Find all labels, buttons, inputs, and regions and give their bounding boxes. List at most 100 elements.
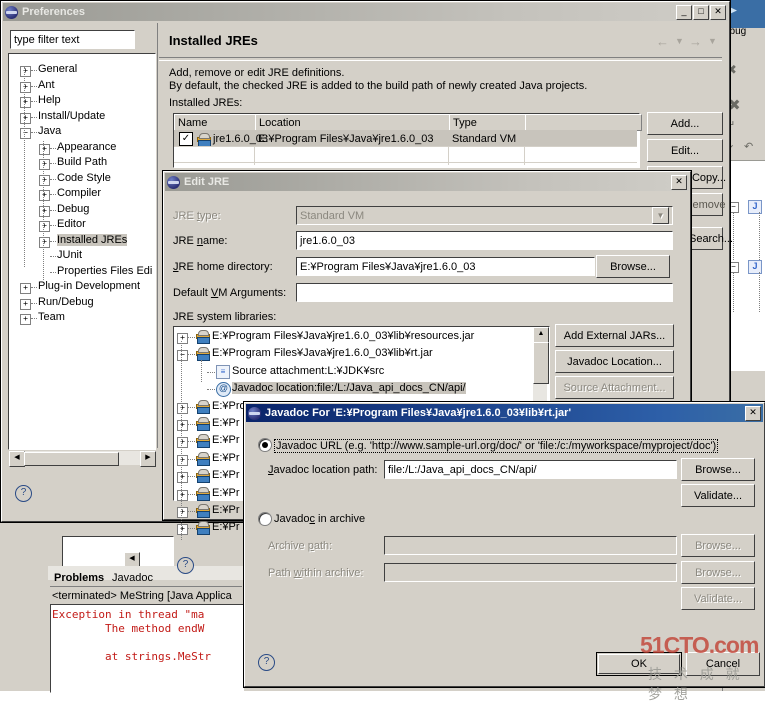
tree-item-team[interactable]: Team (38, 311, 65, 323)
minimize-button[interactable]: _ (676, 4, 692, 20)
javadoc-location-button[interactable]: Javadoc Location... (555, 350, 674, 373)
redo-icon[interactable]: ↶ (744, 140, 753, 153)
tree-expander-icon[interactable]: + (20, 66, 31, 77)
tree-expander-icon[interactable]: + (177, 454, 188, 466)
tree-expander-icon[interactable]: + (177, 489, 188, 501)
tree-item-java[interactable]: Java (38, 125, 61, 137)
tree-expander-icon[interactable]: + (177, 333, 188, 344)
forward-arrow-icon[interactable]: → (689, 34, 702, 49)
scroll-left-button[interactable]: ◀ (9, 451, 25, 467)
tree-item-install-update[interactable]: Install/Update (38, 110, 105, 122)
tree-expander-icon[interactable]: + (39, 236, 50, 248)
tree-expander-icon[interactable]: + (177, 420, 188, 431)
javadoc-url-radio[interactable] (258, 438, 272, 452)
tree-expander-icon[interactable]: + (177, 437, 188, 449)
tree-expander-icon[interactable]: + (39, 159, 50, 170)
source-attachment-button[interactable]: Source Attachment... (555, 376, 674, 399)
tab-problems[interactable]: Problems (54, 572, 104, 584)
tree-item-junit[interactable]: JUnit (57, 249, 82, 261)
tree-item-properties-files-edi[interactable]: Properties Files Edi (57, 265, 152, 277)
tree-item-run-debug[interactable]: Run/Debug (38, 296, 94, 308)
tree-expander-icon[interactable]: − (20, 128, 31, 139)
edit-jre-titlebar[interactable]: Edit JRE ✕ (165, 173, 689, 191)
javadoc-titlebar[interactable]: Javadoc For 'E:¥Program Files¥Java¥jre1.… (246, 404, 763, 422)
scroll-right-button[interactable]: ▶ (140, 451, 156, 467)
archive-path-input[interactable] (384, 536, 677, 555)
tree-expander-icon[interactable]: + (39, 221, 50, 232)
tree-hscroll-thumb[interactable] (24, 452, 119, 466)
tree-item-compiler[interactable]: Compiler (57, 187, 101, 199)
path-within-archive-input[interactable] (384, 563, 677, 582)
javadoc-archive-radio[interactable] (258, 512, 272, 526)
add-button[interactable]: Add... (647, 112, 723, 135)
scroll-up-button[interactable]: ▲ (533, 327, 549, 343)
help-icon[interactable]: ? (15, 485, 32, 502)
tree-item-ant[interactable]: Ant (38, 79, 55, 91)
preferences-titlebar[interactable]: Preferences _ □ ✕ (3, 3, 728, 21)
tree-expander-icon[interactable]: + (20, 97, 31, 108)
library-tree-item[interactable]: E:¥Program Files¥Java¥jre1.6.0_03¥lib¥re… (212, 330, 474, 342)
tree-expander-icon[interactable]: + (20, 81, 31, 93)
jre-name-input[interactable]: jre1.6.0_03 (296, 231, 673, 250)
javadoc-url-radio-label[interactable]: Javadoc URL (e.g. 'http://www.sample-url… (274, 439, 719, 453)
close-button[interactable]: ✕ (710, 4, 726, 20)
tab-javadoc[interactable]: Javadoc (112, 572, 153, 584)
library-tree-item[interactable]: E:¥Pr (212, 417, 240, 429)
chevron-down-icon[interactable]: ▼ (652, 207, 669, 224)
browse-url-button[interactable]: Browse... (681, 458, 755, 481)
back-arrow-icon[interactable]: ← (656, 34, 669, 49)
row-checkbox[interactable]: ✓ (179, 132, 193, 146)
tree-item-plug-in-development[interactable]: Plug-in Development (38, 280, 140, 292)
tree-expander-icon[interactable]: + (177, 402, 188, 414)
library-tree-item[interactable]: Source attachment:L:¥JDK¥src (232, 365, 384, 377)
tree-expander-icon[interactable]: + (20, 298, 31, 310)
library-tree-item[interactable]: E:¥Pr (212, 452, 240, 464)
help-icon[interactable]: ? (258, 654, 275, 671)
tree-expander-icon[interactable]: − (177, 350, 188, 362)
tree-item-code-style[interactable]: Code Style (57, 172, 111, 184)
library-tree-item[interactable]: E:¥Pr (212, 504, 240, 516)
tree-expander-icon[interactable]: + (177, 507, 188, 518)
library-tree-item[interactable]: E:¥Program Files¥Java¥jre1.6.0_03¥lib¥rt… (212, 347, 433, 359)
browse-archive-button[interactable]: Browse... (681, 534, 755, 557)
close-button[interactable]: ✕ (745, 405, 761, 421)
javadoc-archive-radio-label[interactable]: Javadoc in archive (274, 513, 365, 525)
validate-archive-button[interactable]: Validate... (681, 587, 755, 610)
tree-item-build-path[interactable]: Build Path (57, 156, 107, 168)
tree-expander-icon[interactable]: + (39, 205, 50, 217)
back-menu-icon[interactable]: ▼ (675, 36, 684, 46)
close-button[interactable]: ✕ (671, 174, 687, 190)
tree-expander-icon[interactable]: + (177, 472, 188, 484)
library-tree-item[interactable]: E:¥Pr (212, 434, 240, 446)
tree-expander-icon[interactable]: + (20, 112, 31, 124)
tree-item-appearance[interactable]: Appearance (57, 141, 116, 153)
browse-home-button[interactable]: Browse... (596, 255, 670, 278)
tree-expander-icon[interactable]: + (39, 174, 50, 186)
vm-args-input[interactable] (296, 283, 673, 302)
maximize-button[interactable]: □ (693, 4, 709, 20)
jre-home-input[interactable]: E:¥Program Files¥Java¥jre1.6.0_03 (296, 257, 595, 276)
tree-expander-icon[interactable]: + (39, 190, 50, 201)
tree-expander-icon[interactable]: + (20, 314, 31, 325)
help-icon[interactable]: ? (177, 557, 194, 574)
edit-button[interactable]: Edit... (647, 139, 723, 162)
javadoc-location-path-input[interactable]: file:/L:/Java_api_docs_CN/api/ (384, 460, 677, 479)
tree-item-installed-jres[interactable]: Installed JREs (57, 233, 128, 246)
tree-item-editor[interactable]: Editor (57, 218, 86, 230)
jre-type-combo[interactable]: Standard VM (296, 206, 673, 225)
tree-expander-icon[interactable]: + (39, 143, 50, 155)
library-tree-item[interactable]: E:¥Pr (212, 521, 240, 533)
library-tree-item[interactable]: Javadoc location:file:/L:/Java_api_docs_… (232, 382, 466, 395)
tree-item-help[interactable]: Help (38, 94, 61, 106)
library-tree-item[interactable]: E:¥Pr (212, 487, 240, 499)
add-external-jars-button[interactable]: Add External JARs... (555, 324, 674, 347)
libraries-vscroll-thumb[interactable] (533, 342, 549, 384)
forward-menu-icon[interactable]: ▼ (708, 36, 717, 46)
tree-expander-icon[interactable]: + (20, 283, 31, 294)
filter-input[interactable]: type filter text (10, 30, 135, 49)
tree-item-debug[interactable]: Debug (57, 203, 89, 215)
browse-path-within-button[interactable]: Browse... (681, 561, 755, 584)
tree-item-general[interactable]: General (38, 63, 77, 75)
tree-expander-icon[interactable]: + (177, 524, 188, 536)
validate-url-button[interactable]: Validate... (681, 484, 755, 507)
